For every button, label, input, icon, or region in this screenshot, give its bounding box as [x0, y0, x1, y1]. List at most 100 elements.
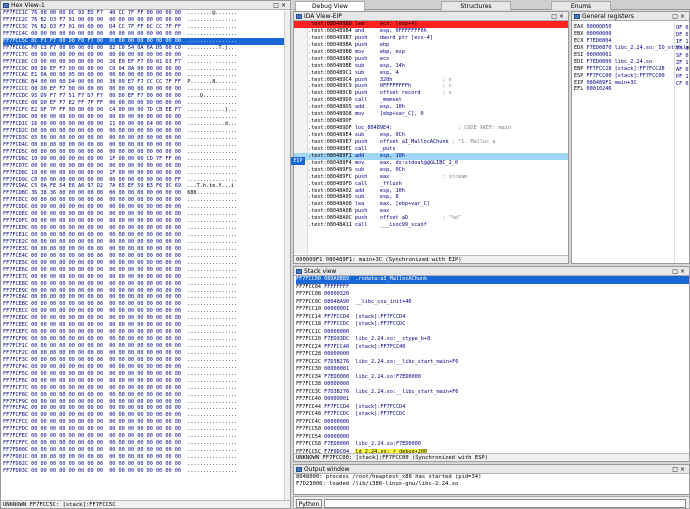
stack-row[interactable]: FF7FCC24 FF7FCC40 [stack]:FF7FCC40: [296, 344, 689, 352]
register-row[interactable]: EDI F7ED0000 libc_2.24.so: [574, 59, 673, 66]
flag-row[interactable]: AF 0: [676, 67, 689, 74]
hex-row[interactable]: FF7FCC5C 8C F1 F7 00 D8 F8 F7 00 00 00 0…: [3, 37, 290, 45]
stack-row[interactable]: FF7FCC18 FF7FCCDC [stack]:FF7FCCDC: [296, 321, 689, 329]
stack-row[interactable]: FF7FCC30 00000001: [296, 366, 689, 374]
register-row[interactable]: EBX 00000000: [574, 31, 673, 38]
asm-line[interactable]: .text:080489C1 sub esp, 4: [294, 70, 568, 77]
hex-row[interactable]: FF7FCF3C 00 00 00 00 00 00 00 00 00 00 0…: [3, 357, 290, 364]
stack-row[interactable]: FF7FCC08 00000320: [296, 291, 689, 299]
flag-row[interactable]: IF 1: [676, 39, 689, 46]
register-row[interactable]: ECX F7ED0804: [574, 38, 673, 45]
asm-line[interactable]: .text:080489F9 sub esp, 0Ch: [294, 167, 568, 174]
register-row[interactable]: EAX 00000050: [574, 24, 673, 31]
hex-row[interactable]: FF7FCE8C 00 00 00 00 00 00 00 00 00 00 0…: [3, 281, 290, 288]
asm-line[interactable]: .text:08048A08 lea eax, [ebp+var_C]: [294, 201, 568, 208]
stack-row[interactable]: FF7FCC50 00000000: [296, 426, 689, 434]
hex-row[interactable]: FF7FCDCC 00 00 00 00 00 00 00 00 00 00 0…: [3, 197, 290, 204]
hex-row[interactable]: FF7FCD2C D0 00 00 00 00 00 00 00 00 00 0…: [3, 128, 290, 135]
hex-row[interactable]: FF7FCFAC 00 00 00 00 00 00 00 00 00 00 0…: [3, 405, 290, 412]
tab-debug-view[interactable]: Debug View: [295, 1, 365, 11]
flag-row[interactable]: SF 0: [676, 53, 689, 60]
hex-row[interactable]: FF7FCF1C 00 00 00 00 00 00 00 00 00 00 0…: [3, 343, 290, 350]
stack-row[interactable]: FF7FCC00 080A0B89 .rodata:aI_MallocAChun…: [296, 276, 689, 284]
stack-row[interactable]: FF7FCC4C 00000000: [296, 419, 689, 427]
python-button[interactable]: Python: [296, 499, 322, 508]
hex-row[interactable]: FF7FCFBC 00 00 00 00 00 00 00 00 00 00 0…: [3, 412, 290, 419]
hex-row[interactable]: FF7FCECC 00 00 00 00 00 00 00 00 00 00 0…: [3, 308, 290, 315]
hex-row[interactable]: FF7FCE1C 00 00 00 00 00 00 00 00 00 00 0…: [3, 232, 290, 239]
tab-structures[interactable]: Structures: [441, 1, 511, 10]
hex-row[interactable]: FF7FD00C 00 00 00 00 00 00 00 00 00 00 0…: [3, 447, 290, 454]
hex-row[interactable]: FF7FCE0C 00 00 00 00 00 00 00 00 00 00 0…: [3, 225, 290, 232]
flag-row[interactable]: ZF 1: [676, 60, 689, 67]
asm-line[interactable]: .text:080489BA push ebp: [294, 42, 568, 49]
asm-line[interactable]: .text:08048A0C push offset aD ; "%d": [294, 215, 568, 222]
stack-row[interactable]: FF7FCC48 FF7FCCDC [stack]:FF7FCCDC: [296, 411, 689, 419]
hex-row[interactable]: FF7FCEAC 00 00 00 00 00 00 00 00 00 00 0…: [3, 294, 290, 301]
hex-row[interactable]: FF7FCF6C 00 00 00 00 00 00 00 00 00 00 0…: [3, 378, 290, 385]
stack-row[interactable]: FF7FCC04 FFFFFFFF: [296, 284, 689, 292]
hex-row[interactable]: FF7FCFFC 00 00 00 00 00 00 00 00 00 00 0…: [3, 440, 290, 447]
stack-row[interactable]: FF7FCC20 F7ED93DC libc_2.24.so:__ctype_b…: [296, 336, 689, 344]
asm-line[interactable]: .text:080489D0 call _memset: [294, 97, 568, 104]
hex-row[interactable]: FF7FCC7C 00 00 00 00 00 00 00 00 00 00 0…: [3, 52, 290, 59]
hex-row[interactable]: FF7FCE3C 00 00 00 00 00 00 00 00 00 00 0…: [3, 246, 290, 253]
hex-row[interactable]: FF7FCD7C 00 00 00 00 00 00 00 00 00 00 0…: [3, 163, 290, 170]
stack-row[interactable]: FF7FCC28 00000000: [296, 351, 689, 359]
asm-line[interactable]: .text:080489FC push eax ; stream: [294, 174, 568, 181]
tab-enums[interactable]: Enums: [551, 1, 611, 10]
hex-row[interactable]: FF7FCFEC 00 00 00 00 00 00 00 00 00 00 0…: [3, 433, 290, 440]
flag-row[interactable]: CF 0: [676, 81, 689, 88]
asm-line[interactable]: .text:08048A0B push eax: [294, 208, 568, 215]
python-input[interactable]: [324, 499, 686, 508]
asm-line[interactable]: .text:080489DF: [294, 118, 568, 125]
asm-line[interactable]: .text:080489B0 lea ecx, [esp+4]: [294, 21, 568, 28]
hex-row[interactable]: FF7FCCEC 00 D0 EF F7 E2 FF 7F FF 00 00 0…: [3, 100, 290, 107]
asm-line[interactable]: .text:080489C9 push 0FFFFFFFFh ; c: [294, 83, 568, 90]
hex-row[interactable]: FF7FCF9C 00 00 00 00 00 00 00 00 00 00 0…: [3, 399, 290, 406]
hex-row[interactable]: FF7FCD4C 00 00 00 00 00 00 00 00 00 00 0…: [3, 142, 290, 149]
hex-row[interactable]: FF7FCEDC 00 00 00 00 00 00 00 00 00 00 0…: [3, 315, 290, 322]
register-row[interactable]: EIP 080489F1 main+3C: [574, 80, 673, 87]
register-row[interactable]: EBP FF7FCC28 [stack]:FF7FCC28: [574, 66, 673, 73]
hex-row[interactable]: FF7FCDBC 36 38 36 00 00 00 00 00 00 00 0…: [3, 190, 290, 197]
hex-row[interactable]: FF7FCC6C F0 C3 F7 00 00 00 00 00 82 C0 5…: [3, 45, 290, 52]
hex-row[interactable]: FF7FCF4C 00 00 00 00 00 00 00 00 00 00 0…: [3, 364, 290, 371]
stack-row[interactable]: FF7FCC44 FF7FCCD4 [stack]:FF7FCCD4: [296, 404, 689, 412]
hex-row[interactable]: FF7FCEFC 00 00 00 00 00 00 00 00 00 00 0…: [3, 329, 290, 336]
hex-row[interactable]: FF7FCF2C 00 00 00 00 00 00 00 00 00 00 0…: [3, 350, 290, 357]
asm-line[interactable]: .text:08048A02 add esp, 10h: [294, 188, 568, 195]
window-buttons[interactable]: □×: [672, 12, 687, 21]
window-buttons[interactable]: □×: [672, 267, 687, 276]
hex-row[interactable]: FF7FCE4C 00 00 00 00 00 00 00 00 00 00 0…: [3, 253, 290, 260]
hex-row[interactable]: FF7FCC8C C0 00 00 00 00 00 00 00 20 E0 E…: [3, 59, 290, 66]
stack-row[interactable]: FF7FCC10 00000001: [296, 306, 689, 314]
hex-row[interactable]: FF7FD01C 00 00 00 00 00 00 00 00 00 00 0…: [3, 454, 290, 461]
hex-row[interactable]: FF7FCF0C 00 00 00 00 00 00 00 00 00 00 0…: [3, 336, 290, 343]
hex-row[interactable]: FF7FCE7C 00 00 00 00 00 00 00 00 00 00 0…: [3, 274, 290, 281]
hex-row[interactable]: FF7FCCFC E2 DF 7F FF 00 00 00 00 C4 00 0…: [3, 107, 290, 114]
hex-row[interactable]: FF7FCF8C 00 00 00 00 00 00 00 00 00 00 0…: [3, 392, 290, 399]
register-row[interactable]: EFL 00010246: [574, 86, 673, 93]
register-row[interactable]: ESP FF7FCC00 [stack]:FF7FCC00: [574, 73, 673, 80]
stack-row[interactable]: FF7FCC1C 00000000: [296, 329, 689, 337]
asm-line[interactable]: .text:080489E7 push offset aI_MallocAChu…: [294, 139, 568, 146]
hex-row[interactable]: FF7FCC4C 00 00 00 00 00 00 00 00 00 00 0…: [3, 31, 290, 38]
hex-row[interactable]: FF7FCDFC 00 00 00 00 00 00 00 00 00 00 0…: [3, 218, 290, 225]
flag-row[interactable]: OF 0: [676, 25, 689, 32]
hex-row[interactable]: FF7FCCDC 95 D9 F7 F7 51 F7 D7 F7 00 D0 E…: [3, 93, 290, 100]
flag-row[interactable]: TF 0: [676, 46, 689, 53]
hex-row[interactable]: FF7FCC9C 00 D0 EF F7 00 00 00 00 C0 04 0…: [3, 66, 290, 73]
hex-row[interactable]: FF7FCCAC E1 0A 00 00 05 00 00 00 00 00 0…: [3, 72, 290, 79]
stack-row[interactable]: FF7FCC2C F7D3B276 libc_2.24.so:__libc_st…: [296, 359, 689, 367]
hex-scrollbar[interactable]: [284, 11, 290, 500]
asm-line[interactable]: .text:080489BE sub esp, 14h: [294, 63, 568, 70]
window-buttons[interactable]: □×: [672, 465, 687, 474]
asm-line[interactable]: .text:080489B4 and esp, 0FFFFFFF0h: [294, 28, 568, 35]
hex-row[interactable]: FF7FCDEC 00 00 00 00 00 00 00 00 00 00 0…: [3, 211, 290, 218]
hex-row[interactable]: FF7FCEEC 00 00 00 00 00 00 00 00 00 00 0…: [3, 322, 290, 329]
hex-row[interactable]: FF7FCD5C 00 00 00 00 00 00 00 00 00 00 0…: [3, 149, 290, 156]
hex-row[interactable]: FF7FCD0C 00 00 00 00 00 00 00 00 00 00 0…: [3, 114, 290, 121]
hex-row[interactable]: FF7FCD1C 16 00 00 00 00 00 00 00 11 00 0…: [3, 121, 290, 128]
hex-row[interactable]: FF7FCD6C 10 00 00 00 00 00 00 00 1F 00 0…: [3, 156, 290, 163]
